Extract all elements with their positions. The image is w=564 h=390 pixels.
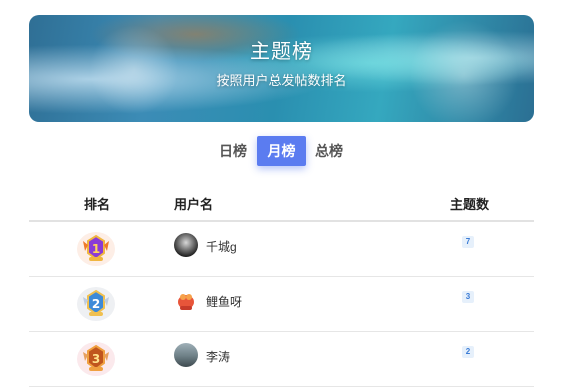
table-row[interactable]: 3 李涛 2 xyxy=(29,332,534,387)
avatar[interactable] xyxy=(174,288,198,312)
table-row[interactable]: 2 鲤鱼呀 3 xyxy=(29,277,534,332)
header-username: 用户名 xyxy=(174,197,214,212)
rank-1-medal-icon: 1 xyxy=(77,232,115,266)
banner: 主题榜 按照用户总发帖数排名 xyxy=(29,15,534,122)
rank-3-medal-icon: 3 xyxy=(77,342,115,376)
avatar[interactable] xyxy=(174,233,198,257)
topic-count-badge: 7 xyxy=(462,236,474,248)
topic-count-badge: 2 xyxy=(462,346,474,358)
rank-2-medal-icon: 2 xyxy=(77,287,115,321)
banner-subtitle: 按照用户总发帖数排名 xyxy=(216,73,347,88)
svg-text:3: 3 xyxy=(92,352,100,366)
table-header: 排名 用户名 主题数 xyxy=(29,186,534,222)
tab-monthly[interactable]: 月榜 xyxy=(257,136,306,166)
header-rank: 排名 xyxy=(84,197,111,212)
username[interactable]: 千城g xyxy=(206,238,237,255)
header-topic-count: 主题数 xyxy=(450,197,490,212)
username[interactable]: 鲤鱼呀 xyxy=(206,293,242,310)
banner-title: 主题榜 xyxy=(250,41,313,63)
avatar[interactable] xyxy=(174,343,198,367)
svg-text:1: 1 xyxy=(92,242,100,256)
tab-total[interactable]: 总榜 xyxy=(310,136,348,166)
table-row[interactable]: 1 千城g 7 xyxy=(29,222,534,277)
tab-daily[interactable]: 日榜 xyxy=(214,136,252,166)
svg-text:2: 2 xyxy=(92,297,100,311)
topic-count-badge: 3 xyxy=(462,291,474,303)
username[interactable]: 李涛 xyxy=(206,348,230,365)
period-tabs: 日榜 月榜 总榜 xyxy=(0,136,564,166)
